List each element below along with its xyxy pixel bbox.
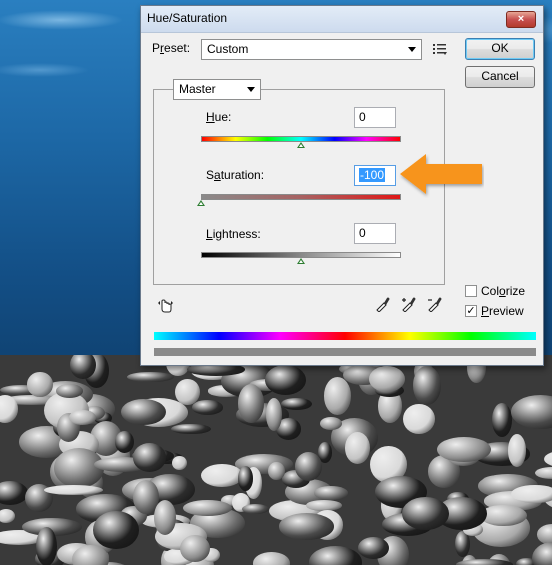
saturation-value: -100 (359, 168, 386, 182)
saturation-slider-track[interactable] (201, 194, 401, 200)
saturation-slider-thumb[interactable] (197, 200, 205, 206)
rock-shape (309, 546, 363, 565)
rock-shape (320, 417, 342, 430)
eyedropper-add-icon[interactable] (401, 296, 417, 312)
rock-shape (507, 433, 527, 468)
cancel-button[interactable]: Cancel (465, 66, 535, 88)
eyedropper-subtract-icon[interactable] (427, 296, 443, 312)
chevron-down-icon (247, 87, 255, 92)
rock-shape (0, 509, 16, 524)
rock-shape (153, 499, 177, 536)
preset-label: Preset: (152, 41, 191, 55)
rock-shape (532, 541, 552, 565)
rock-shape (115, 430, 134, 453)
rock-shape (171, 423, 211, 435)
rock-shape (242, 504, 270, 515)
chevron-down-icon (408, 47, 416, 52)
check-icon: ✓ (466, 305, 476, 317)
targeted-adjustment-icon[interactable] (157, 297, 175, 315)
saturation-input[interactable]: -100 (354, 165, 396, 186)
close-icon: × (517, 13, 525, 25)
rock-shape (127, 371, 174, 383)
input-spectrum-bar (154, 332, 536, 340)
rock-shape (278, 512, 335, 540)
rock-shape (491, 403, 512, 437)
rock-shape (191, 400, 224, 415)
background-rocks (0, 355, 552, 565)
rock-shape (368, 365, 405, 393)
rock-shape (68, 410, 96, 425)
title-bar[interactable]: Hue/Saturation × (141, 6, 543, 33)
dialog-title: Hue/Saturation (147, 11, 228, 25)
rock-shape (93, 510, 139, 549)
output-spectrum-bar (154, 348, 536, 356)
rock-shape (265, 365, 307, 396)
rock-shape (36, 526, 58, 565)
eyedropper-icon[interactable] (375, 296, 391, 312)
rock-shape (314, 486, 348, 500)
rock-shape (132, 442, 166, 472)
ok-button[interactable]: OK (465, 38, 535, 60)
rock-shape (511, 395, 552, 430)
rock-shape (413, 366, 441, 405)
rock-shape (253, 552, 290, 565)
hue-slider-thumb[interactable] (296, 142, 305, 148)
rock-shape (358, 537, 389, 560)
rock-shape (437, 437, 491, 463)
rock-shape (344, 432, 370, 464)
rock-shape (543, 450, 552, 469)
rock-shape (183, 499, 233, 517)
rock-shape (534, 467, 552, 480)
rock-shape (402, 403, 435, 435)
preset-options-icon[interactable] (432, 41, 448, 57)
rock-shape (27, 372, 53, 397)
colorize-checkbox[interactable] (465, 285, 477, 297)
rock-shape (323, 376, 352, 415)
rock-shape (456, 559, 514, 565)
rock-shape (268, 462, 285, 480)
rock-shape (0, 481, 29, 506)
rock-shape (180, 534, 211, 563)
lightness-label: Lightness: (206, 227, 261, 241)
rock-shape (294, 452, 323, 481)
rock-shape (479, 504, 527, 527)
preset-value: Custom (207, 42, 249, 56)
saturation-label: Saturation: (206, 168, 265, 182)
hue-input[interactable]: 0 (354, 107, 396, 128)
rock-shape (402, 497, 449, 531)
colorize-label: Colorize (481, 284, 526, 298)
preview-checkbox[interactable]: ✓ (465, 305, 477, 317)
channel-value: Master (179, 82, 216, 96)
channel-select[interactable]: Master (173, 79, 261, 100)
preview-label: Preview (481, 304, 524, 318)
orange-arrow-icon (400, 154, 482, 194)
lightness-input[interactable]: 0 (354, 223, 396, 244)
lightness-slider-thumb[interactable] (296, 258, 305, 264)
close-button[interactable]: × (506, 11, 536, 28)
rock-shape (172, 456, 187, 470)
rock-shape (201, 463, 243, 487)
hue-label: Hue: (206, 110, 232, 124)
preset-select[interactable]: Custom (201, 39, 422, 60)
rock-shape (237, 383, 265, 423)
rock-shape (280, 397, 313, 411)
